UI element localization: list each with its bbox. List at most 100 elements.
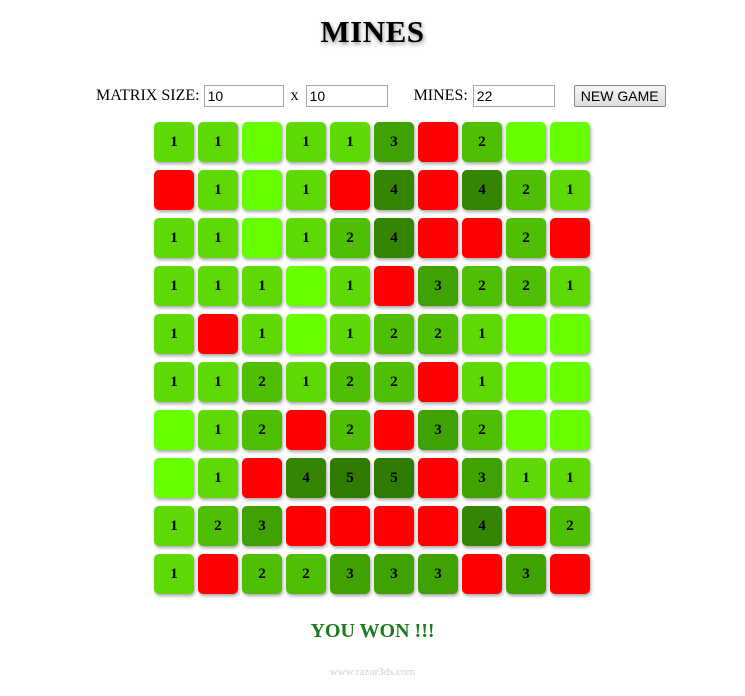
- number-cell[interactable]: 2: [374, 362, 414, 402]
- empty-cell[interactable]: [506, 362, 546, 402]
- number-cell[interactable]: 3: [462, 458, 502, 498]
- mine-cell[interactable]: [374, 506, 414, 546]
- number-cell[interactable]: 1: [198, 410, 238, 450]
- number-cell[interactable]: 2: [506, 266, 546, 306]
- number-cell[interactable]: 5: [330, 458, 370, 498]
- number-cell[interactable]: 1: [286, 122, 326, 162]
- mine-cell[interactable]: [418, 170, 458, 210]
- mine-cell[interactable]: [330, 170, 370, 210]
- mine-cell[interactable]: [418, 506, 458, 546]
- number-cell[interactable]: 2: [286, 554, 326, 594]
- empty-cell[interactable]: [506, 314, 546, 354]
- number-cell[interactable]: 1: [154, 362, 194, 402]
- number-cell[interactable]: 1: [198, 122, 238, 162]
- number-cell[interactable]: 1: [330, 314, 370, 354]
- number-cell[interactable]: 1: [462, 362, 502, 402]
- number-cell[interactable]: 2: [374, 314, 414, 354]
- number-cell[interactable]: 3: [418, 266, 458, 306]
- number-cell[interactable]: 4: [374, 218, 414, 258]
- number-cell[interactable]: 3: [330, 554, 370, 594]
- number-cell[interactable]: 5: [374, 458, 414, 498]
- number-cell[interactable]: 4: [286, 458, 326, 498]
- number-cell[interactable]: 3: [418, 554, 458, 594]
- number-cell[interactable]: 1: [286, 170, 326, 210]
- empty-cell[interactable]: [242, 170, 282, 210]
- number-cell[interactable]: 1: [198, 458, 238, 498]
- mine-cell[interactable]: [330, 506, 370, 546]
- number-cell[interactable]: 1: [550, 170, 590, 210]
- number-cell[interactable]: 2: [242, 554, 282, 594]
- empty-cell[interactable]: [154, 458, 194, 498]
- number-cell[interactable]: 2: [330, 218, 370, 258]
- new-game-button[interactable]: NEW GAME: [573, 85, 666, 107]
- mine-cell[interactable]: [198, 554, 238, 594]
- number-cell[interactable]: 3: [374, 554, 414, 594]
- empty-cell[interactable]: [154, 410, 194, 450]
- mine-cell[interactable]: [374, 410, 414, 450]
- number-cell[interactable]: 1: [154, 506, 194, 546]
- number-cell[interactable]: 1: [550, 266, 590, 306]
- mine-cell[interactable]: [198, 314, 238, 354]
- mine-cell[interactable]: [286, 410, 326, 450]
- empty-cell[interactable]: [286, 314, 326, 354]
- number-cell[interactable]: 2: [462, 266, 502, 306]
- number-cell[interactable]: 4: [374, 170, 414, 210]
- mine-cell[interactable]: [550, 554, 590, 594]
- number-cell[interactable]: 1: [198, 170, 238, 210]
- mine-cell[interactable]: [418, 122, 458, 162]
- number-cell[interactable]: 1: [506, 458, 546, 498]
- number-cell[interactable]: 2: [462, 410, 502, 450]
- empty-cell[interactable]: [286, 266, 326, 306]
- mine-cell[interactable]: [506, 506, 546, 546]
- number-cell[interactable]: 1: [462, 314, 502, 354]
- empty-cell[interactable]: [242, 218, 282, 258]
- empty-cell[interactable]: [550, 314, 590, 354]
- mines-count-input[interactable]: [472, 85, 555, 107]
- number-cell[interactable]: 3: [506, 554, 546, 594]
- empty-cell[interactable]: [550, 362, 590, 402]
- number-cell[interactable]: 2: [462, 122, 502, 162]
- empty-cell[interactable]: [550, 122, 590, 162]
- number-cell[interactable]: 1: [330, 122, 370, 162]
- number-cell[interactable]: 1: [154, 122, 194, 162]
- mine-cell[interactable]: [462, 554, 502, 594]
- number-cell[interactable]: 3: [418, 410, 458, 450]
- number-cell[interactable]: 3: [242, 506, 282, 546]
- number-cell[interactable]: 2: [330, 410, 370, 450]
- number-cell[interactable]: 1: [286, 218, 326, 258]
- number-cell[interactable]: 1: [550, 458, 590, 498]
- number-cell[interactable]: 4: [462, 170, 502, 210]
- mine-cell[interactable]: [374, 266, 414, 306]
- number-cell[interactable]: 2: [198, 506, 238, 546]
- mine-cell[interactable]: [418, 458, 458, 498]
- number-cell[interactable]: 1: [154, 314, 194, 354]
- mine-cell[interactable]: [418, 218, 458, 258]
- empty-cell[interactable]: [506, 122, 546, 162]
- number-cell[interactable]: 2: [506, 170, 546, 210]
- mine-cell[interactable]: [462, 218, 502, 258]
- mine-cell[interactable]: [418, 362, 458, 402]
- number-cell[interactable]: 1: [330, 266, 370, 306]
- empty-cell[interactable]: [550, 410, 590, 450]
- number-cell[interactable]: 2: [242, 410, 282, 450]
- number-cell[interactable]: 1: [198, 266, 238, 306]
- number-cell[interactable]: 4: [462, 506, 502, 546]
- number-cell[interactable]: 1: [242, 314, 282, 354]
- mine-cell[interactable]: [154, 170, 194, 210]
- mine-cell[interactable]: [550, 218, 590, 258]
- empty-cell[interactable]: [242, 122, 282, 162]
- number-cell[interactable]: 2: [506, 218, 546, 258]
- number-cell[interactable]: 1: [198, 362, 238, 402]
- mine-cell[interactable]: [286, 506, 326, 546]
- mine-cell[interactable]: [242, 458, 282, 498]
- number-cell[interactable]: 1: [198, 218, 238, 258]
- number-cell[interactable]: 2: [242, 362, 282, 402]
- number-cell[interactable]: 2: [418, 314, 458, 354]
- matrix-cols-input[interactable]: [305, 85, 388, 107]
- number-cell[interactable]: 1: [154, 266, 194, 306]
- empty-cell[interactable]: [506, 410, 546, 450]
- number-cell[interactable]: 2: [330, 362, 370, 402]
- number-cell[interactable]: 3: [374, 122, 414, 162]
- number-cell[interactable]: 2: [550, 506, 590, 546]
- number-cell[interactable]: 1: [242, 266, 282, 306]
